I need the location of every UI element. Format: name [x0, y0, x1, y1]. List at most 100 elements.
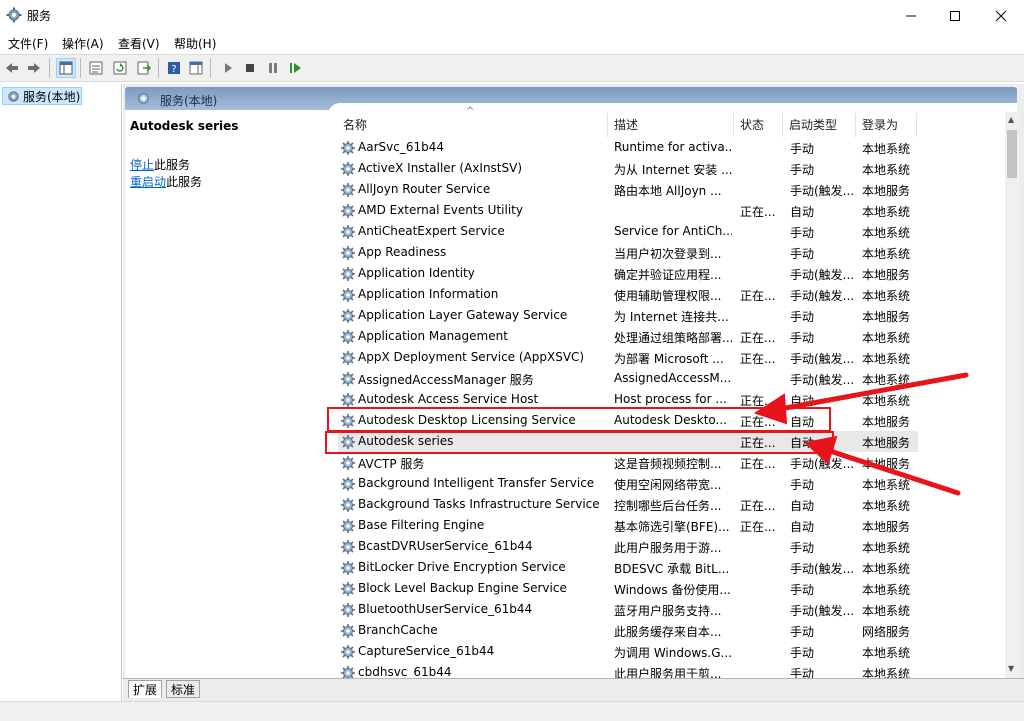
show-action-pane-button[interactable]	[186, 58, 206, 78]
service-gear-icon	[340, 644, 356, 660]
service-row[interactable]: AllJoyn Router Service 路由本地 AllJoyn ... 手动…	[338, 179, 918, 200]
service-name-cell: AntiCheatExpert Service	[358, 224, 505, 238]
service-gear-icon	[340, 161, 356, 177]
toolbar-separator	[80, 58, 81, 78]
scroll-down-icon[interactable]: ▼	[1008, 664, 1014, 673]
service-description-cell: 为 Internet 连接共...	[614, 310, 729, 324]
annotation-arrow-lower	[827, 448, 961, 496]
service-row[interactable]: BluetoothUserService_61b44 蓝牙用户服务支持... 手动(…	[338, 599, 918, 620]
service-startup-type-cell: 手动	[790, 247, 815, 261]
service-row[interactable]: ActiveX Installer (AxInstSV) 为从 Internet …	[338, 158, 918, 179]
export-list-button[interactable]	[134, 58, 154, 78]
show-hide-console-tree-button[interactable]	[56, 58, 76, 78]
service-description-cell: 路由本地 AllJoyn ...	[614, 184, 722, 198]
column-header-name[interactable]: 名称	[343, 116, 367, 136]
menu-action[interactable]: 操作(A)	[62, 35, 104, 52]
service-description-cell: 控制哪些后台任务...	[614, 499, 722, 513]
service-row[interactable]: Application Information 使用辅助管理权限... 正在... 手…	[338, 284, 918, 305]
minimize-icon	[906, 15, 916, 16]
refresh-button[interactable]	[110, 58, 130, 78]
service-row[interactable]: Base Filtering Engine 基本筛选引擎(BFE)... 正在...…	[338, 515, 918, 536]
console-tree	[0, 84, 122, 701]
service-row[interactable]: AntiCheatExpert Service Service for AntiC…	[338, 221, 918, 242]
service-gear-icon	[340, 455, 356, 471]
close-icon	[995, 10, 1007, 21]
stop-service-link[interactable]: 停止	[130, 158, 154, 172]
service-row[interactable]: BranchCache 此服务缓存来自本... 手动 网络服务	[338, 620, 918, 641]
minimize-button[interactable]	[888, 0, 934, 31]
column-separator[interactable]	[607, 113, 608, 137]
service-row[interactable]: AMD External Events Utility 正在... 自动 本地系统	[338, 200, 918, 221]
scrollbar-thumb[interactable]	[1007, 130, 1017, 178]
service-name-cell: Background Tasks Infrastructure Service	[358, 497, 600, 511]
service-logon-cell: 本地系统	[862, 331, 911, 345]
service-startup-type-cell: 手动	[790, 226, 815, 240]
service-name-cell: App Readiness	[358, 245, 447, 259]
service-row[interactable]: BcastDVRUserService_61b44 此用户服务用于游... 手动 本地…	[338, 536, 918, 557]
service-row[interactable]: CaptureService_61b44 为调用 Windows.G... 手动 本地…	[338, 641, 918, 662]
service-gear-icon	[340, 497, 356, 513]
service-row[interactable]: Block Level Backup Engine Service Windows…	[338, 578, 918, 599]
close-button[interactable]	[978, 0, 1024, 31]
column-separator[interactable]	[855, 113, 856, 137]
toolbar-separator	[210, 58, 211, 78]
vertical-scrollbar[interactable]	[1005, 112, 1019, 678]
menu-view[interactable]: 查看(V)	[118, 35, 160, 52]
tab-standard[interactable]: 标准	[166, 680, 201, 698]
maximize-button[interactable]	[932, 0, 978, 31]
service-startup-type-cell: 手动(触发...	[790, 289, 855, 303]
service-name-cell: Application Management	[358, 329, 508, 343]
service-row[interactable]: BitLocker Drive Encryption Service BDESVC…	[338, 557, 918, 578]
services-gear-icon	[138, 93, 149, 104]
column-separator[interactable]	[733, 113, 734, 137]
service-row[interactable]: Application Management 处理通过组策略部署... 正在... 手…	[338, 326, 918, 347]
menu-help[interactable]: 帮助(H)	[174, 35, 216, 52]
column-header-log-on-as[interactable]: 登录为	[862, 116, 898, 136]
refresh-icon	[113, 61, 127, 75]
service-logon-cell: 本地系统	[862, 604, 911, 618]
service-gear-icon	[340, 371, 356, 387]
service-row[interactable]: App Readiness 当用户初次登录到... 手动 本地系统	[338, 242, 918, 263]
service-startup-type-cell: 手动	[790, 646, 815, 660]
tab-extended[interactable]: 扩展	[128, 680, 163, 698]
service-logon-cell: 本地系统	[862, 562, 911, 576]
service-name-cell: BluetoothUserService_61b44	[358, 602, 533, 616]
service-name-cell: BranchCache	[358, 623, 438, 637]
column-header-description[interactable]: 描述	[614, 116, 638, 136]
service-startup-type-cell: 手动	[790, 142, 815, 156]
help-icon: ?	[168, 62, 180, 75]
service-description-cell: 为部署 Microsoft ...	[614, 352, 724, 366]
action-pane-icon	[189, 61, 203, 75]
service-gear-icon	[340, 182, 356, 198]
service-gear-icon	[340, 539, 356, 555]
scroll-up-icon[interactable]: ▲	[1008, 115, 1014, 124]
service-gear-icon	[340, 392, 356, 408]
back-button[interactable]	[2, 58, 22, 78]
help-button[interactable]: ?	[164, 58, 184, 78]
service-description-cell: 为调用 Windows.G...	[614, 646, 732, 660]
column-separator[interactable]	[916, 113, 917, 137]
properties-button[interactable]	[86, 58, 106, 78]
column-header-status[interactable]: 状态	[740, 116, 764, 136]
service-logon-cell: 网络服务	[862, 625, 911, 639]
restart-service-button[interactable]	[286, 58, 306, 78]
console-tree-icon	[59, 61, 73, 75]
service-row[interactable]: Application Layer Gateway Service 为 Inter…	[338, 305, 918, 326]
service-description-cell: 此服务缓存来自本...	[614, 625, 722, 639]
column-header-startup-type[interactable]: 启动类型	[789, 116, 837, 136]
service-gear-icon	[340, 266, 356, 282]
service-gear-icon	[340, 602, 356, 618]
service-row[interactable]: Application Identity 确定并验证应用程... 手动(触发... 本…	[338, 263, 918, 284]
column-separator[interactable]	[782, 113, 783, 137]
tree-item-services-local[interactable]: 服务(本地)	[2, 87, 82, 105]
stop-service-button[interactable]	[240, 58, 260, 78]
service-description-cell: Host process for ...	[614, 392, 727, 406]
service-row[interactable]: AarSvc_61b44 Runtime for activa... 手动 本地系统	[338, 137, 918, 158]
pause-service-button[interactable]	[263, 58, 283, 78]
menu-file[interactable]: 文件(F)	[8, 35, 48, 52]
forward-button[interactable]	[24, 58, 44, 78]
description-pane	[125, 110, 328, 678]
start-service-button[interactable]	[218, 58, 238, 78]
service-name-cell: Block Level Backup Engine Service	[358, 581, 567, 595]
restart-service-link[interactable]: 重启动	[130, 175, 166, 189]
